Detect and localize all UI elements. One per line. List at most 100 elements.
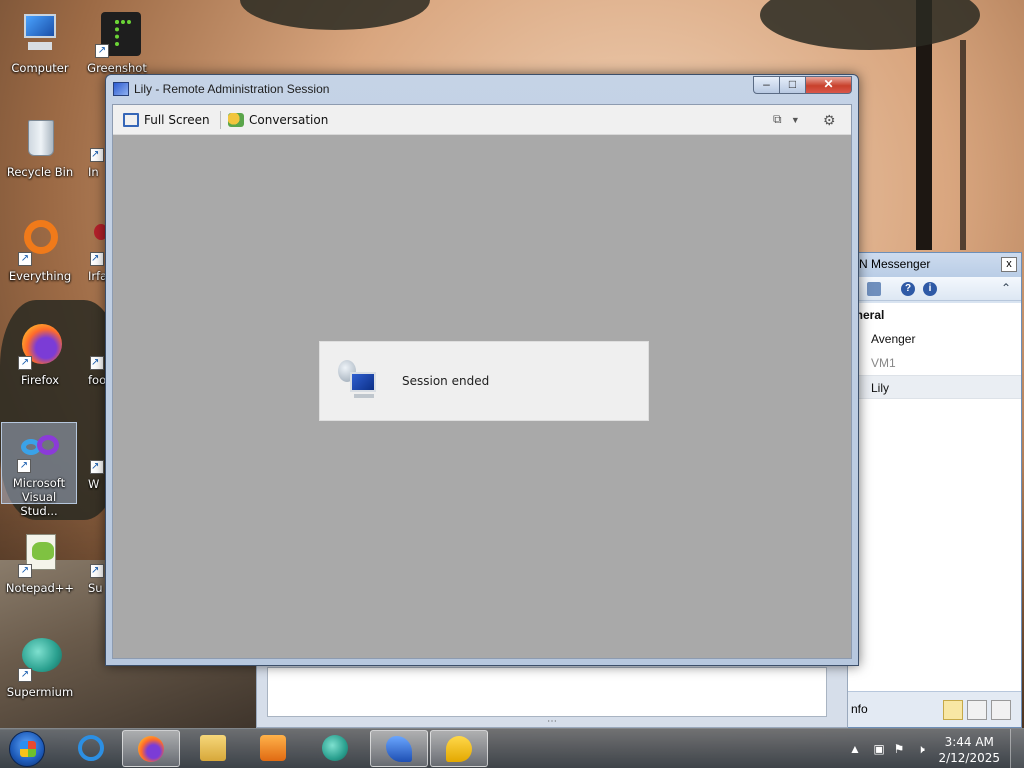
- clock[interactable]: 3:44 AM 2/12/2025: [938, 734, 1000, 766]
- window-title: Lily - Remote Administration Session: [134, 82, 330, 96]
- taskbar-messenger[interactable]: [430, 730, 488, 767]
- address-book-icon[interactable]: [867, 282, 881, 296]
- tree-foliage: [760, 0, 980, 50]
- volume-muted-icon[interactable]: 🕨: [914, 742, 928, 756]
- system-tray: ▲ ▣ ⚑ 🕨 3:44 AM 2/12/2025: [834, 729, 1024, 768]
- chevron-down-icon: ▼: [790, 115, 800, 125]
- visual-studio-icon: ↗: [15, 425, 63, 473]
- desktop-icon-label: Supermium: [6, 685, 74, 699]
- desktop-icon-recycle-bin[interactable]: Recycle Bin: [2, 112, 78, 179]
- conversation-button[interactable]: Conversation: [228, 110, 328, 130]
- user-offline-icon[interactable]: [991, 700, 1011, 720]
- desktop-icon-greenshot[interactable]: ↗ Greenshot: [79, 8, 155, 75]
- help-icon[interactable]: ?: [901, 282, 915, 296]
- user-online-icon[interactable]: [943, 700, 963, 720]
- internet-explorer-icon: [78, 735, 104, 761]
- desktop-icon-firefox[interactable]: ↗ Firefox: [2, 320, 78, 387]
- desktop-icon-label: Greenshot: [87, 61, 147, 75]
- session-status-card: Session ended: [319, 341, 649, 421]
- taskbar-firefox[interactable]: [122, 730, 180, 767]
- taskbar-ie[interactable]: [62, 730, 120, 767]
- show-desktop-button[interactable]: [1010, 729, 1024, 768]
- session-viewport: Full Screen Conversation ⧉ ▼ ⚙ Session e…: [112, 104, 852, 659]
- chat-bubble-icon: [446, 736, 472, 762]
- firefox-icon: [138, 736, 164, 762]
- contact-group-header[interactable]: eneral: [847, 303, 1021, 327]
- shortcut-arrow-icon: ↗: [90, 460, 104, 474]
- shortcut-arrow-icon: ↗: [17, 459, 31, 473]
- info-icon[interactable]: i: [923, 282, 937, 296]
- shortcut-arrow-icon: ↗: [18, 252, 32, 266]
- shortcut-arrow-icon: ↗: [18, 356, 32, 370]
- caption-buttons: – □ ✕: [753, 76, 852, 94]
- background-window[interactable]: ⋯: [256, 664, 848, 728]
- notepad-plus-plus-icon: ↗: [16, 530, 64, 578]
- shortcut-arrow-icon: ↗: [90, 564, 104, 578]
- shortcut-arrow-icon: ↗: [95, 44, 109, 58]
- taskbar-remote-admin[interactable]: [370, 730, 428, 767]
- computer-icon: [16, 10, 64, 58]
- tree-trunk: [960, 40, 966, 250]
- collapse-chevron-icon[interactable]: ⌃: [1001, 281, 1011, 295]
- show-hidden-icons-icon[interactable]: ▲: [848, 742, 862, 756]
- desktop-icon-label: Computer: [11, 61, 69, 75]
- status-text: nfo: [851, 702, 868, 716]
- recycle-bin-icon: [16, 114, 64, 162]
- background-window-text-area[interactable]: [267, 667, 827, 717]
- tree-foliage: [240, 0, 430, 30]
- contact-item-vm1[interactable]: VM1: [847, 351, 1021, 375]
- contact-item-lily[interactable]: Lily: [847, 375, 1021, 399]
- desktop-icon-label: Microsoft Visual Stud...: [12, 476, 66, 518]
- clock-date: 2/12/2025: [938, 751, 1000, 765]
- taskbar-supermium[interactable]: [306, 730, 364, 767]
- messenger-title: N Messenger: [859, 257, 931, 271]
- full-screen-icon: [123, 113, 139, 127]
- contact-item-avenger[interactable]: Avenger: [847, 327, 1021, 351]
- shortcut-arrow-icon: ↗: [18, 668, 32, 682]
- network-icon[interactable]: ▣: [872, 742, 886, 756]
- window-title-bar[interactable]: Lily - Remote Administration Session – □…: [106, 75, 858, 103]
- maximize-button[interactable]: □: [780, 76, 806, 94]
- remote-session-window[interactable]: Lily - Remote Administration Session – □…: [105, 74, 859, 666]
- settings-button[interactable]: ⚙: [823, 112, 836, 129]
- session-toolbar: Full Screen Conversation ⧉ ▼ ⚙: [113, 105, 851, 135]
- display-select-button[interactable]: ⧉ ▼: [773, 112, 800, 127]
- shortcut-arrow-icon: ↗: [90, 148, 104, 162]
- desktop-icon-computer[interactable]: Computer: [2, 8, 78, 75]
- messenger-title-bar[interactable]: N Messenger x: [847, 253, 1021, 277]
- media-player-icon: [260, 735, 286, 761]
- desktop-icon-label: Everything: [8, 269, 72, 283]
- user-away-icon[interactable]: [967, 700, 987, 720]
- desktop-icon-everything[interactable]: ↗ Everything: [2, 216, 78, 283]
- taskbar: ▲ ▣ ⚑ 🕨 3:44 AM 2/12/2025: [0, 728, 1024, 768]
- full-screen-button[interactable]: Full Screen: [123, 110, 210, 130]
- contact-list: eneral Avenger VM1 Lily: [847, 303, 1021, 691]
- taskbar-media-player[interactable]: [244, 730, 302, 767]
- action-center-flag-icon[interactable]: ⚑: [892, 742, 906, 756]
- clock-time: 3:44 AM: [944, 735, 994, 749]
- resize-grip-icon[interactable]: ⋯: [547, 716, 557, 727]
- conversation-icon: [228, 113, 244, 127]
- firefox-icon: ↗: [16, 322, 64, 370]
- gear-icon: ⚙: [823, 112, 836, 128]
- desktop-icon-visual-studio[interactable]: ↗ Microsoft Visual Stud...: [1, 422, 77, 518]
- desktop-icon-supermium[interactable]: ↗ Supermium: [2, 632, 78, 699]
- session-status-text: Session ended: [402, 374, 490, 388]
- desktop-icon-label: W: [88, 477, 100, 491]
- messenger-close-button[interactable]: x: [1001, 257, 1017, 272]
- windows-orb-icon: [9, 731, 45, 767]
- shortcut-arrow-icon: ↗: [90, 252, 104, 266]
- close-button[interactable]: ✕: [806, 76, 852, 94]
- messenger-window[interactable]: N Messenger x ? i ⌃ eneral Avenger VM1 L…: [846, 252, 1022, 728]
- desktop-icon-notepad-plus-plus[interactable]: ↗ Notepad++: [2, 528, 78, 595]
- folder-icon: [200, 735, 226, 761]
- minimize-button[interactable]: –: [753, 76, 780, 94]
- remote-desktop-icon: [336, 358, 382, 404]
- desktop-icon-label: Su: [88, 581, 103, 595]
- remote-admin-icon: [386, 736, 412, 762]
- everything-icon: ↗: [16, 218, 64, 266]
- desktop-icon-label: In: [88, 165, 99, 179]
- desktop-icon-label: Firefox: [20, 373, 60, 387]
- start-button[interactable]: [6, 731, 48, 767]
- taskbar-explorer[interactable]: [184, 730, 242, 767]
